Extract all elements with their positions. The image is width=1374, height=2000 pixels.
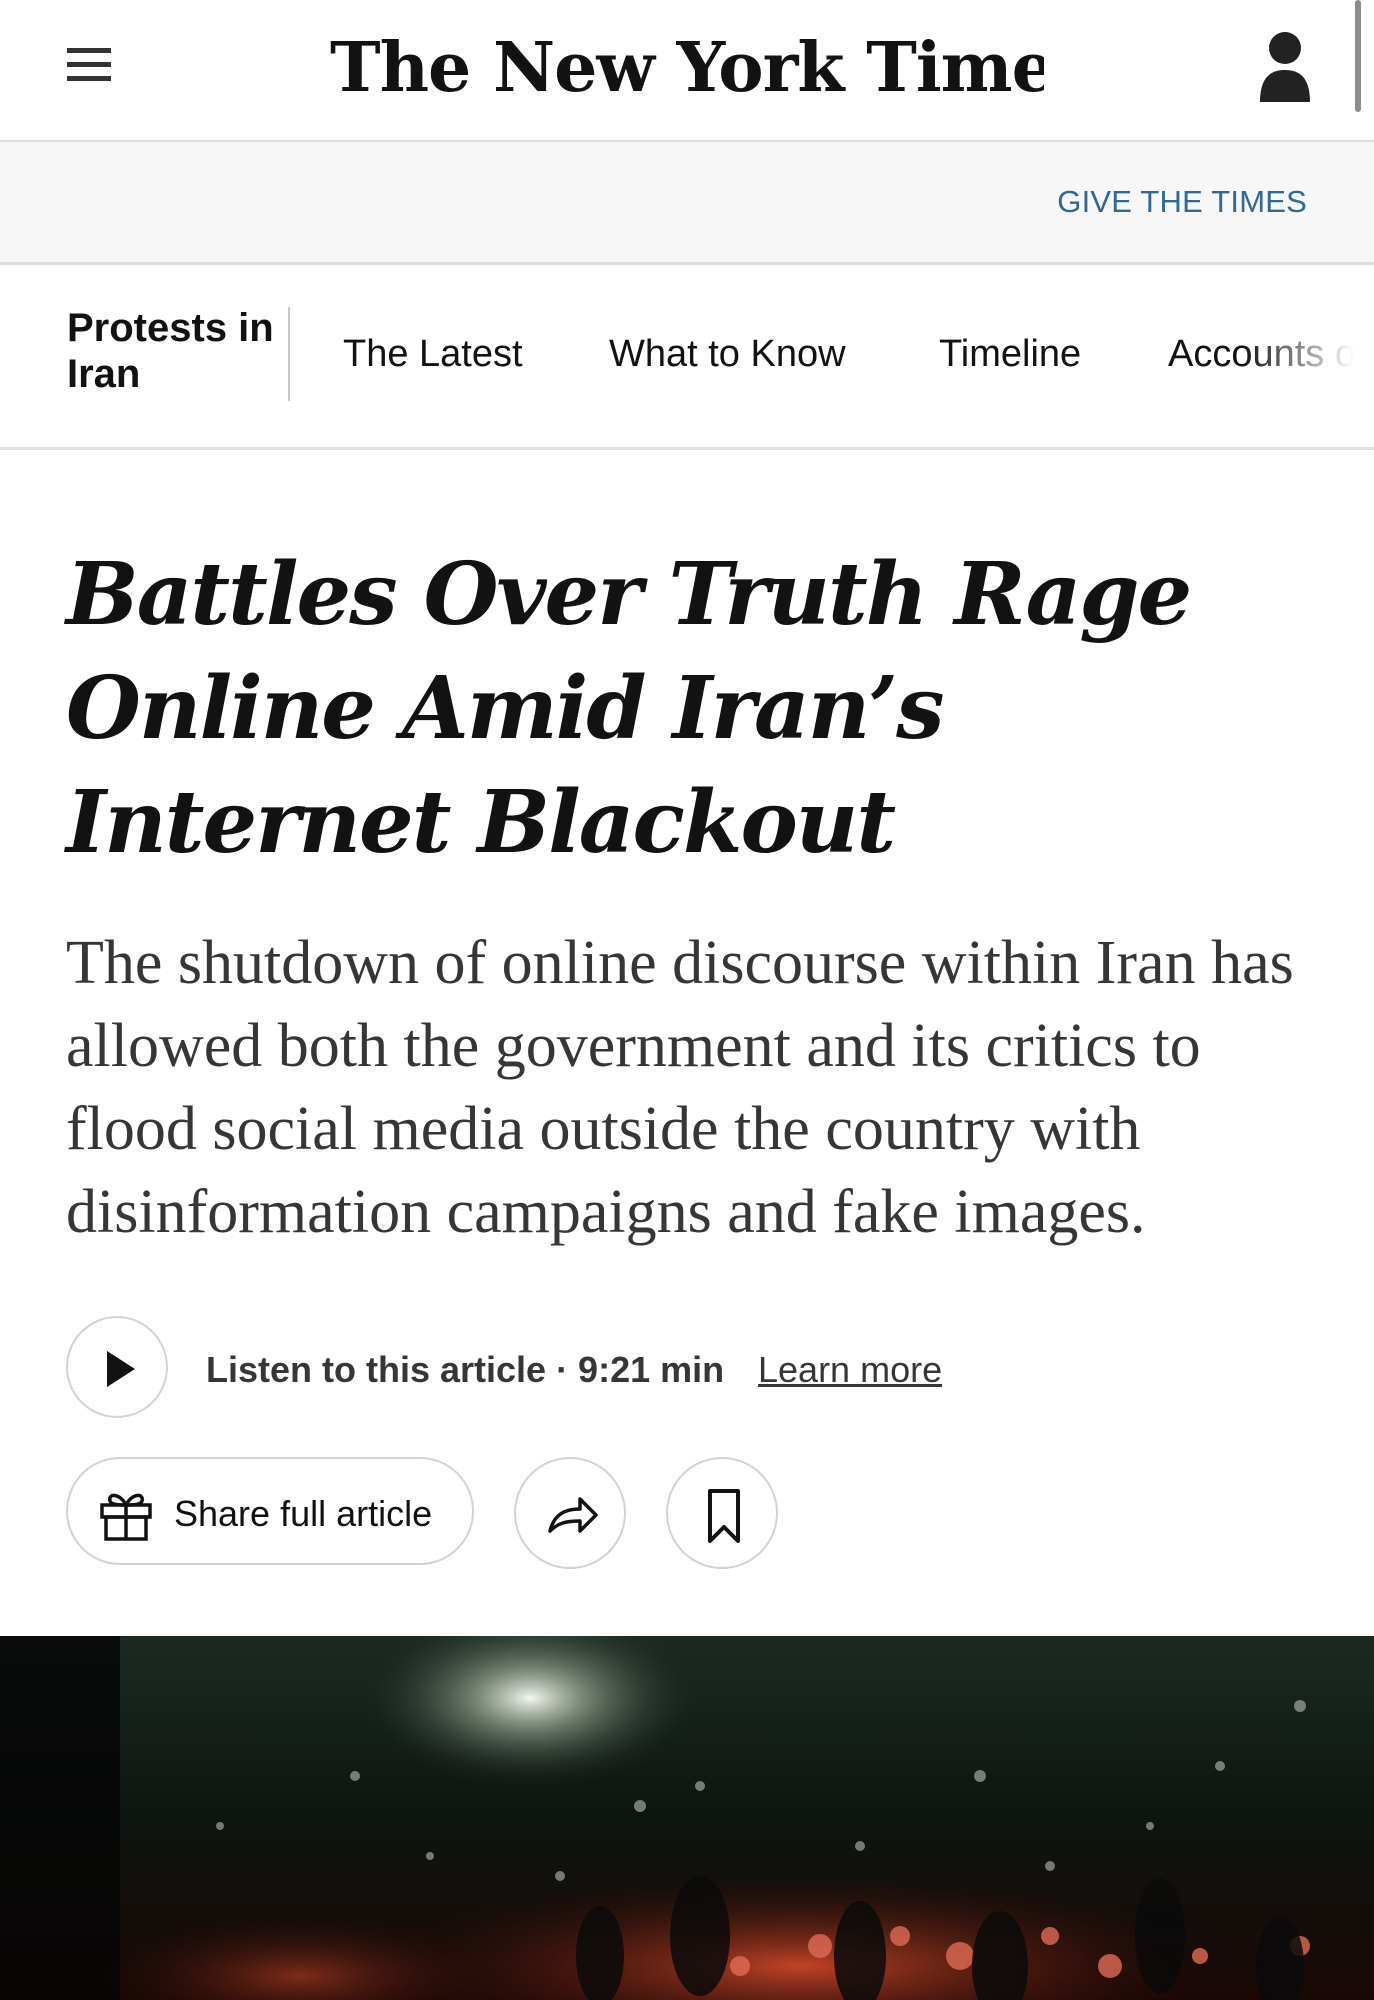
user-account-icon[interactable] xyxy=(1254,26,1316,106)
play-audio-button[interactable] xyxy=(66,1316,168,1418)
section-divider xyxy=(288,307,290,401)
share-full-article-label: Share full article xyxy=(174,1493,433,1534)
article-headline: Battles Over Truth Rage Online Amid Iran… xyxy=(66,544,1192,873)
hero-image[interactable] xyxy=(0,1636,1374,2000)
tab-the-latest[interactable]: The Latest xyxy=(343,333,523,376)
nyt-logo[interactable]: The New York Times xyxy=(330,18,1044,118)
nav-scroll-fade xyxy=(1244,265,1374,447)
share-full-article-button[interactable]: Share full article xyxy=(66,1457,474,1565)
bookmark-icon xyxy=(708,1489,740,1543)
tab-what-to-know[interactable]: What to Know xyxy=(609,333,846,376)
article-summary: The shutdown of online discourse within … xyxy=(66,929,1294,1246)
section-title[interactable]: Protests in Iran xyxy=(67,305,287,397)
section-nav: Protests in Iran The Latest What to Know… xyxy=(0,265,1374,450)
scrollbar[interactable] xyxy=(1355,0,1361,112)
tab-timeline[interactable]: Timeline xyxy=(939,333,1081,376)
play-icon xyxy=(107,1351,135,1387)
protest-night-photo xyxy=(0,1636,1374,2000)
share-button[interactable] xyxy=(514,1457,626,1569)
share-arrow-icon xyxy=(548,1497,598,1533)
hamburger-menu-icon[interactable] xyxy=(62,44,116,88)
learn-more-link[interactable]: Learn more xyxy=(758,1349,942,1391)
masthead: The New York Times xyxy=(0,0,1374,142)
give-the-times-link[interactable]: GIVE THE TIMES xyxy=(1057,184,1307,220)
listen-label: Listen to this article · 9:21 min xyxy=(206,1349,725,1390)
bookmark-button[interactable] xyxy=(666,1457,778,1569)
give-the-times-bar: GIVE THE TIMES xyxy=(0,142,1374,265)
gift-icon xyxy=(100,1493,152,1541)
